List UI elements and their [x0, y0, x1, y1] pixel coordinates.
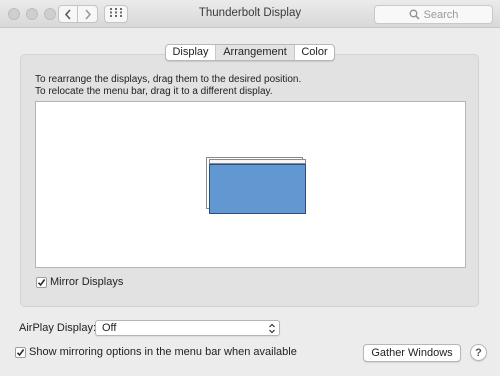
search-icon	[409, 9, 420, 20]
gather-windows-button[interactable]: Gather Windows	[363, 344, 461, 362]
airplay-selected-value: Off	[102, 322, 117, 334]
tab-bar: Display Arrangement Color	[165, 44, 335, 61]
mirror-displays-label[interactable]: Mirror Displays	[50, 276, 123, 288]
search-field[interactable]: Search	[374, 5, 493, 24]
mirror-displays-checkbox[interactable]	[36, 277, 47, 288]
airplay-display-label: AirPlay Display:	[19, 322, 97, 334]
tab-display[interactable]: Display	[166, 45, 216, 60]
display-arrangement-area[interactable]	[35, 101, 466, 268]
checkmark-icon	[16, 348, 25, 357]
checkmark-icon	[37, 278, 46, 287]
display-thumbnail[interactable]	[209, 164, 306, 214]
title-bar: Thunderbolt Display Search	[0, 0, 500, 28]
airplay-display-select[interactable]: Off	[95, 320, 280, 336]
question-mark-icon: ?	[475, 346, 482, 359]
show-mirroring-options-checkbox[interactable]	[15, 347, 26, 358]
tab-arrangement[interactable]: Arrangement	[216, 45, 295, 60]
search-placeholder: Search	[423, 8, 459, 21]
arrange-instruction: To rearrange the displays, drag them to …	[35, 74, 302, 85]
menubar-instruction: To relocate the menu bar, drag it to a d…	[35, 86, 273, 97]
tab-color[interactable]: Color	[295, 45, 334, 60]
help-button[interactable]: ?	[470, 344, 487, 361]
show-mirroring-options-label[interactable]: Show mirroring options in the menu bar w…	[29, 346, 297, 358]
up-down-arrows-icon	[268, 323, 276, 337]
preferences-window: Thunderbolt Display Search Display Arran…	[0, 0, 500, 376]
